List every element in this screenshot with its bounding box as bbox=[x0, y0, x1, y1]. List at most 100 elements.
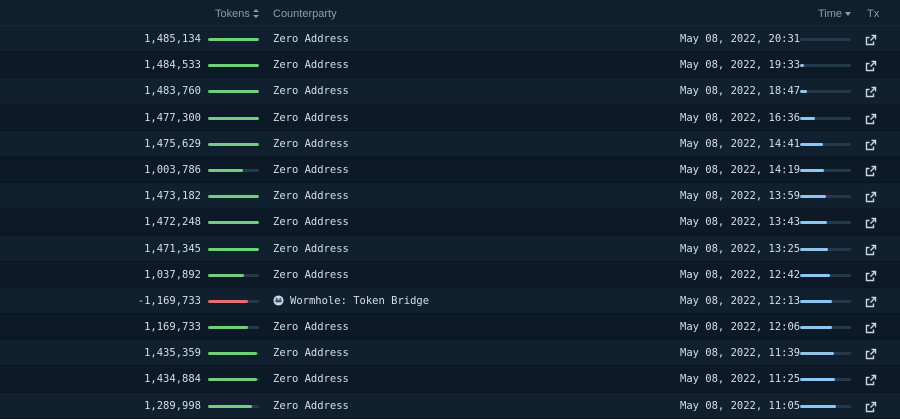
table-row: 1,434,884 Zero Address May 08, 2022, 11:25 bbox=[0, 366, 900, 393]
table-row: 1,289,998 Zero Address May 08, 2022, 11:05 bbox=[0, 392, 900, 419]
token-amount-bar bbox=[208, 142, 259, 146]
counterparty-cell: Zero Address bbox=[273, 85, 349, 97]
table-row: 1,037,892 Zero Address May 08, 2022, 12:42 bbox=[0, 261, 900, 288]
time-bar bbox=[800, 90, 851, 94]
counterparty-label: Zero Address bbox=[273, 137, 349, 150]
token-amount-bar bbox=[208, 221, 259, 225]
token-amount-bar-fill bbox=[208, 195, 259, 199]
token-amount-bar-fill bbox=[208, 64, 259, 68]
counterparty-cell: Zero Address bbox=[273, 269, 349, 281]
table-row: 1,435,359 Zero Address May 08, 2022, 11:39 bbox=[0, 340, 900, 367]
timestamp: May 08, 2022, 11:25 bbox=[680, 373, 801, 386]
time-bar-fill bbox=[800, 273, 831, 277]
timestamp: May 08, 2022, 13:43 bbox=[680, 216, 801, 229]
token-amount-bar-fill bbox=[208, 352, 258, 356]
counterparty-label: Zero Address bbox=[273, 216, 349, 229]
token-amount-bar-fill bbox=[208, 273, 244, 277]
time-bar bbox=[800, 38, 851, 41]
external-link-icon[interactable] bbox=[865, 112, 877, 124]
timestamp: May 08, 2022, 19:33 bbox=[680, 59, 801, 72]
counterparty-cell: Zero Address bbox=[273, 347, 349, 359]
token-amount: 1,485,134 bbox=[144, 33, 201, 45]
time-bar bbox=[800, 404, 851, 408]
token-amount-bar-fill bbox=[208, 90, 259, 94]
token-amount-bar-fill bbox=[208, 142, 259, 146]
timestamp: May 08, 2022, 11:39 bbox=[680, 347, 801, 360]
counterparty-cell: Zero Address bbox=[273, 243, 349, 255]
token-amount: 1,483,760 bbox=[144, 85, 201, 98]
time-bar-fill bbox=[800, 64, 804, 68]
external-link-icon[interactable] bbox=[865, 243, 877, 255]
time-column-header[interactable]: Time bbox=[818, 8, 852, 20]
token-amount-bar bbox=[208, 195, 259, 199]
counterparty-label: Zero Address bbox=[273, 373, 349, 386]
external-link-icon[interactable] bbox=[865, 321, 877, 334]
time-bar-fill bbox=[800, 404, 837, 408]
token-amount-bar-fill bbox=[208, 247, 259, 251]
time-bar-fill bbox=[800, 378, 835, 382]
counterparty-label: Zero Address bbox=[273, 190, 349, 203]
table-row: 1,475,629 Zero Address May 08, 2022, 14:41 bbox=[0, 130, 900, 157]
token-amount: 1,003,786 bbox=[144, 163, 201, 176]
external-link-icon[interactable] bbox=[865, 33, 877, 46]
token-amount: 1,037,892 bbox=[144, 268, 201, 281]
table-row: 1,477,300 Zero Address May 08, 2022, 16:36 bbox=[0, 104, 900, 131]
token-amount-bar-fill bbox=[208, 38, 259, 41]
token-amount-bar-fill bbox=[208, 299, 249, 303]
token-amount: 1,473,182 bbox=[144, 190, 201, 203]
timestamp: May 08, 2022, 11:05 bbox=[680, 399, 801, 412]
table-row: -1,169,733 Wormhole: Token Bridge May 08, … bbox=[0, 287, 900, 315]
counterparty-column-header: Counterparty bbox=[273, 8, 337, 20]
counterparty-label: Zero Address bbox=[273, 399, 349, 412]
external-link-icon[interactable] bbox=[865, 269, 877, 281]
timestamp: May 08, 2022, 13:25 bbox=[680, 242, 801, 255]
external-link-icon[interactable] bbox=[865, 373, 877, 386]
time-bar bbox=[800, 352, 851, 356]
token-amount: 1,434,884 bbox=[144, 373, 201, 386]
timestamp: May 08, 2022, 20:31 bbox=[680, 33, 801, 45]
token-amount-bar-fill bbox=[208, 378, 258, 382]
external-link-icon[interactable] bbox=[865, 85, 877, 98]
token-amount-bar bbox=[208, 90, 259, 94]
table-row: 1,003,786 Zero Address May 08, 2022, 14:19 bbox=[0, 156, 900, 184]
token-amount: 1,475,629 bbox=[144, 137, 201, 150]
counterparty-cell[interactable]: Wormhole: Token Bridge bbox=[273, 295, 429, 307]
external-link-icon[interactable] bbox=[865, 400, 877, 412]
counterparty-label: Zero Address bbox=[273, 59, 349, 72]
token-amount: 1,471,345 bbox=[144, 242, 201, 255]
time-bar-fill bbox=[800, 221, 827, 225]
external-link-icon[interactable] bbox=[865, 59, 877, 72]
token-amount: 1,289,998 bbox=[144, 399, 201, 412]
table-header: Tokens Counterparty Time Tx bbox=[0, 0, 900, 26]
time-bar bbox=[800, 116, 851, 120]
time-bar-fill bbox=[800, 116, 816, 120]
tx-column-header: Tx bbox=[867, 8, 880, 20]
table-row: 1,483,760 Zero Address May 08, 2022, 18:47 bbox=[0, 78, 900, 105]
counterparty-cell: Zero Address bbox=[273, 190, 349, 202]
external-link-icon[interactable] bbox=[865, 295, 877, 308]
timestamp: May 08, 2022, 14:41 bbox=[680, 137, 801, 150]
timestamp: May 08, 2022, 13:59 bbox=[680, 190, 801, 203]
token-amount-bar-fill bbox=[208, 116, 259, 120]
token-amount-bar-fill bbox=[208, 326, 249, 330]
table-row: 1,472,248 Zero Address May 08, 2022, 13:43 bbox=[0, 209, 900, 236]
counterparty-cell: Zero Address bbox=[273, 59, 349, 71]
external-link-icon[interactable] bbox=[865, 190, 877, 203]
external-link-icon[interactable] bbox=[865, 164, 877, 177]
timestamp: May 08, 2022, 18:47 bbox=[680, 85, 801, 98]
token-amount: 1,477,300 bbox=[144, 111, 201, 124]
external-link-icon[interactable] bbox=[865, 347, 877, 360]
counterparty-cell: Zero Address bbox=[273, 138, 349, 150]
time-bar bbox=[800, 221, 851, 225]
tokens-column-header[interactable]: Tokens bbox=[215, 8, 260, 20]
timestamp: May 08, 2022, 14:19 bbox=[680, 163, 801, 176]
time-bar bbox=[800, 142, 851, 146]
external-link-icon[interactable] bbox=[865, 138, 877, 150]
time-bar bbox=[800, 64, 851, 68]
timestamp: May 08, 2022, 12:06 bbox=[680, 321, 801, 334]
counterparty-label: Zero Address bbox=[273, 268, 349, 281]
time-bar-fill bbox=[800, 326, 833, 330]
timestamp: May 08, 2022, 16:36 bbox=[680, 111, 801, 124]
external-link-icon[interactable] bbox=[865, 216, 877, 229]
counterparty-cell: Zero Address bbox=[273, 112, 349, 124]
